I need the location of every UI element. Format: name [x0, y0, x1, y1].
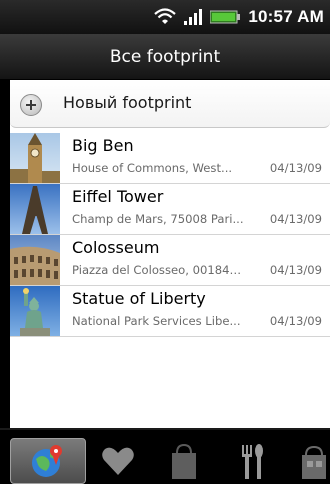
page-title: Все footprint: [0, 34, 330, 80]
eiffel-tower-thumbnail: [10, 184, 60, 234]
footprint-name: Colosseum: [72, 238, 160, 257]
shopping-bag-icon: [172, 443, 196, 479]
plus-icon: [20, 94, 42, 116]
footprint-date: 04/13/09: [269, 161, 322, 175]
tab-attractions[interactable]: [292, 438, 330, 484]
status-bar: 10:57 AM: [0, 0, 330, 34]
footprint-address: Champ de Mars, 75008 Pari...: [72, 212, 244, 226]
footprint-address: Piazza del Colosseo, 00184 ...: [72, 263, 244, 277]
footprint-date: 04/13/09: [269, 212, 322, 226]
list-item[interactable]: Eiffel Tower Champ de Mars, 75008 Pari..…: [10, 184, 330, 235]
tab-shopping[interactable]: [160, 438, 208, 484]
colosseum-thumbnail: [10, 235, 60, 285]
footprint-date: 04/13/09: [269, 314, 322, 328]
footprint-name: Big Ben: [72, 136, 134, 155]
footprint-name: Statue of Liberty: [72, 289, 206, 308]
bottom-tab-bar: [0, 428, 330, 484]
battery-icon: [210, 10, 241, 24]
signal-strength-icon: [184, 9, 203, 25]
statue-of-liberty-thumbnail: [10, 286, 60, 336]
footprint-list-panel: Новый footprint Big Ben House of Commons…: [10, 80, 330, 428]
list-item[interactable]: Colosseum Piazza del Colosseo, 00184 ...…: [10, 235, 330, 286]
big-ben-thumbnail: [10, 133, 60, 183]
new-footprint-button[interactable]: Новый footprint: [10, 80, 330, 128]
new-footprint-label: Новый footprint: [63, 93, 192, 112]
tab-food[interactable]: [226, 438, 276, 484]
tab-favorites[interactable]: [92, 438, 144, 484]
attraction-icon: [302, 445, 326, 479]
footprint-address: National Park Services Libe...: [72, 314, 241, 328]
list-item[interactable]: Statue of Liberty National Park Services…: [10, 286, 330, 337]
footprint-name: Eiffel Tower: [72, 187, 164, 206]
footprint-date: 04/13/09: [269, 263, 322, 277]
wifi-icon: [154, 8, 177, 24]
list-item[interactable]: Big Ben House of Commons, West... 04/13/…: [10, 133, 330, 184]
tab-all-footprints[interactable]: [10, 438, 86, 484]
status-time: 10:57 AM: [248, 7, 324, 26]
footprint-address: House of Commons, West...: [72, 161, 233, 175]
fork-knife-icon: [242, 444, 263, 479]
globe-pin-icon: [32, 445, 62, 477]
heart-icon: [102, 447, 134, 475]
footprint-list: Big Ben House of Commons, West... 04/13/…: [10, 133, 330, 337]
